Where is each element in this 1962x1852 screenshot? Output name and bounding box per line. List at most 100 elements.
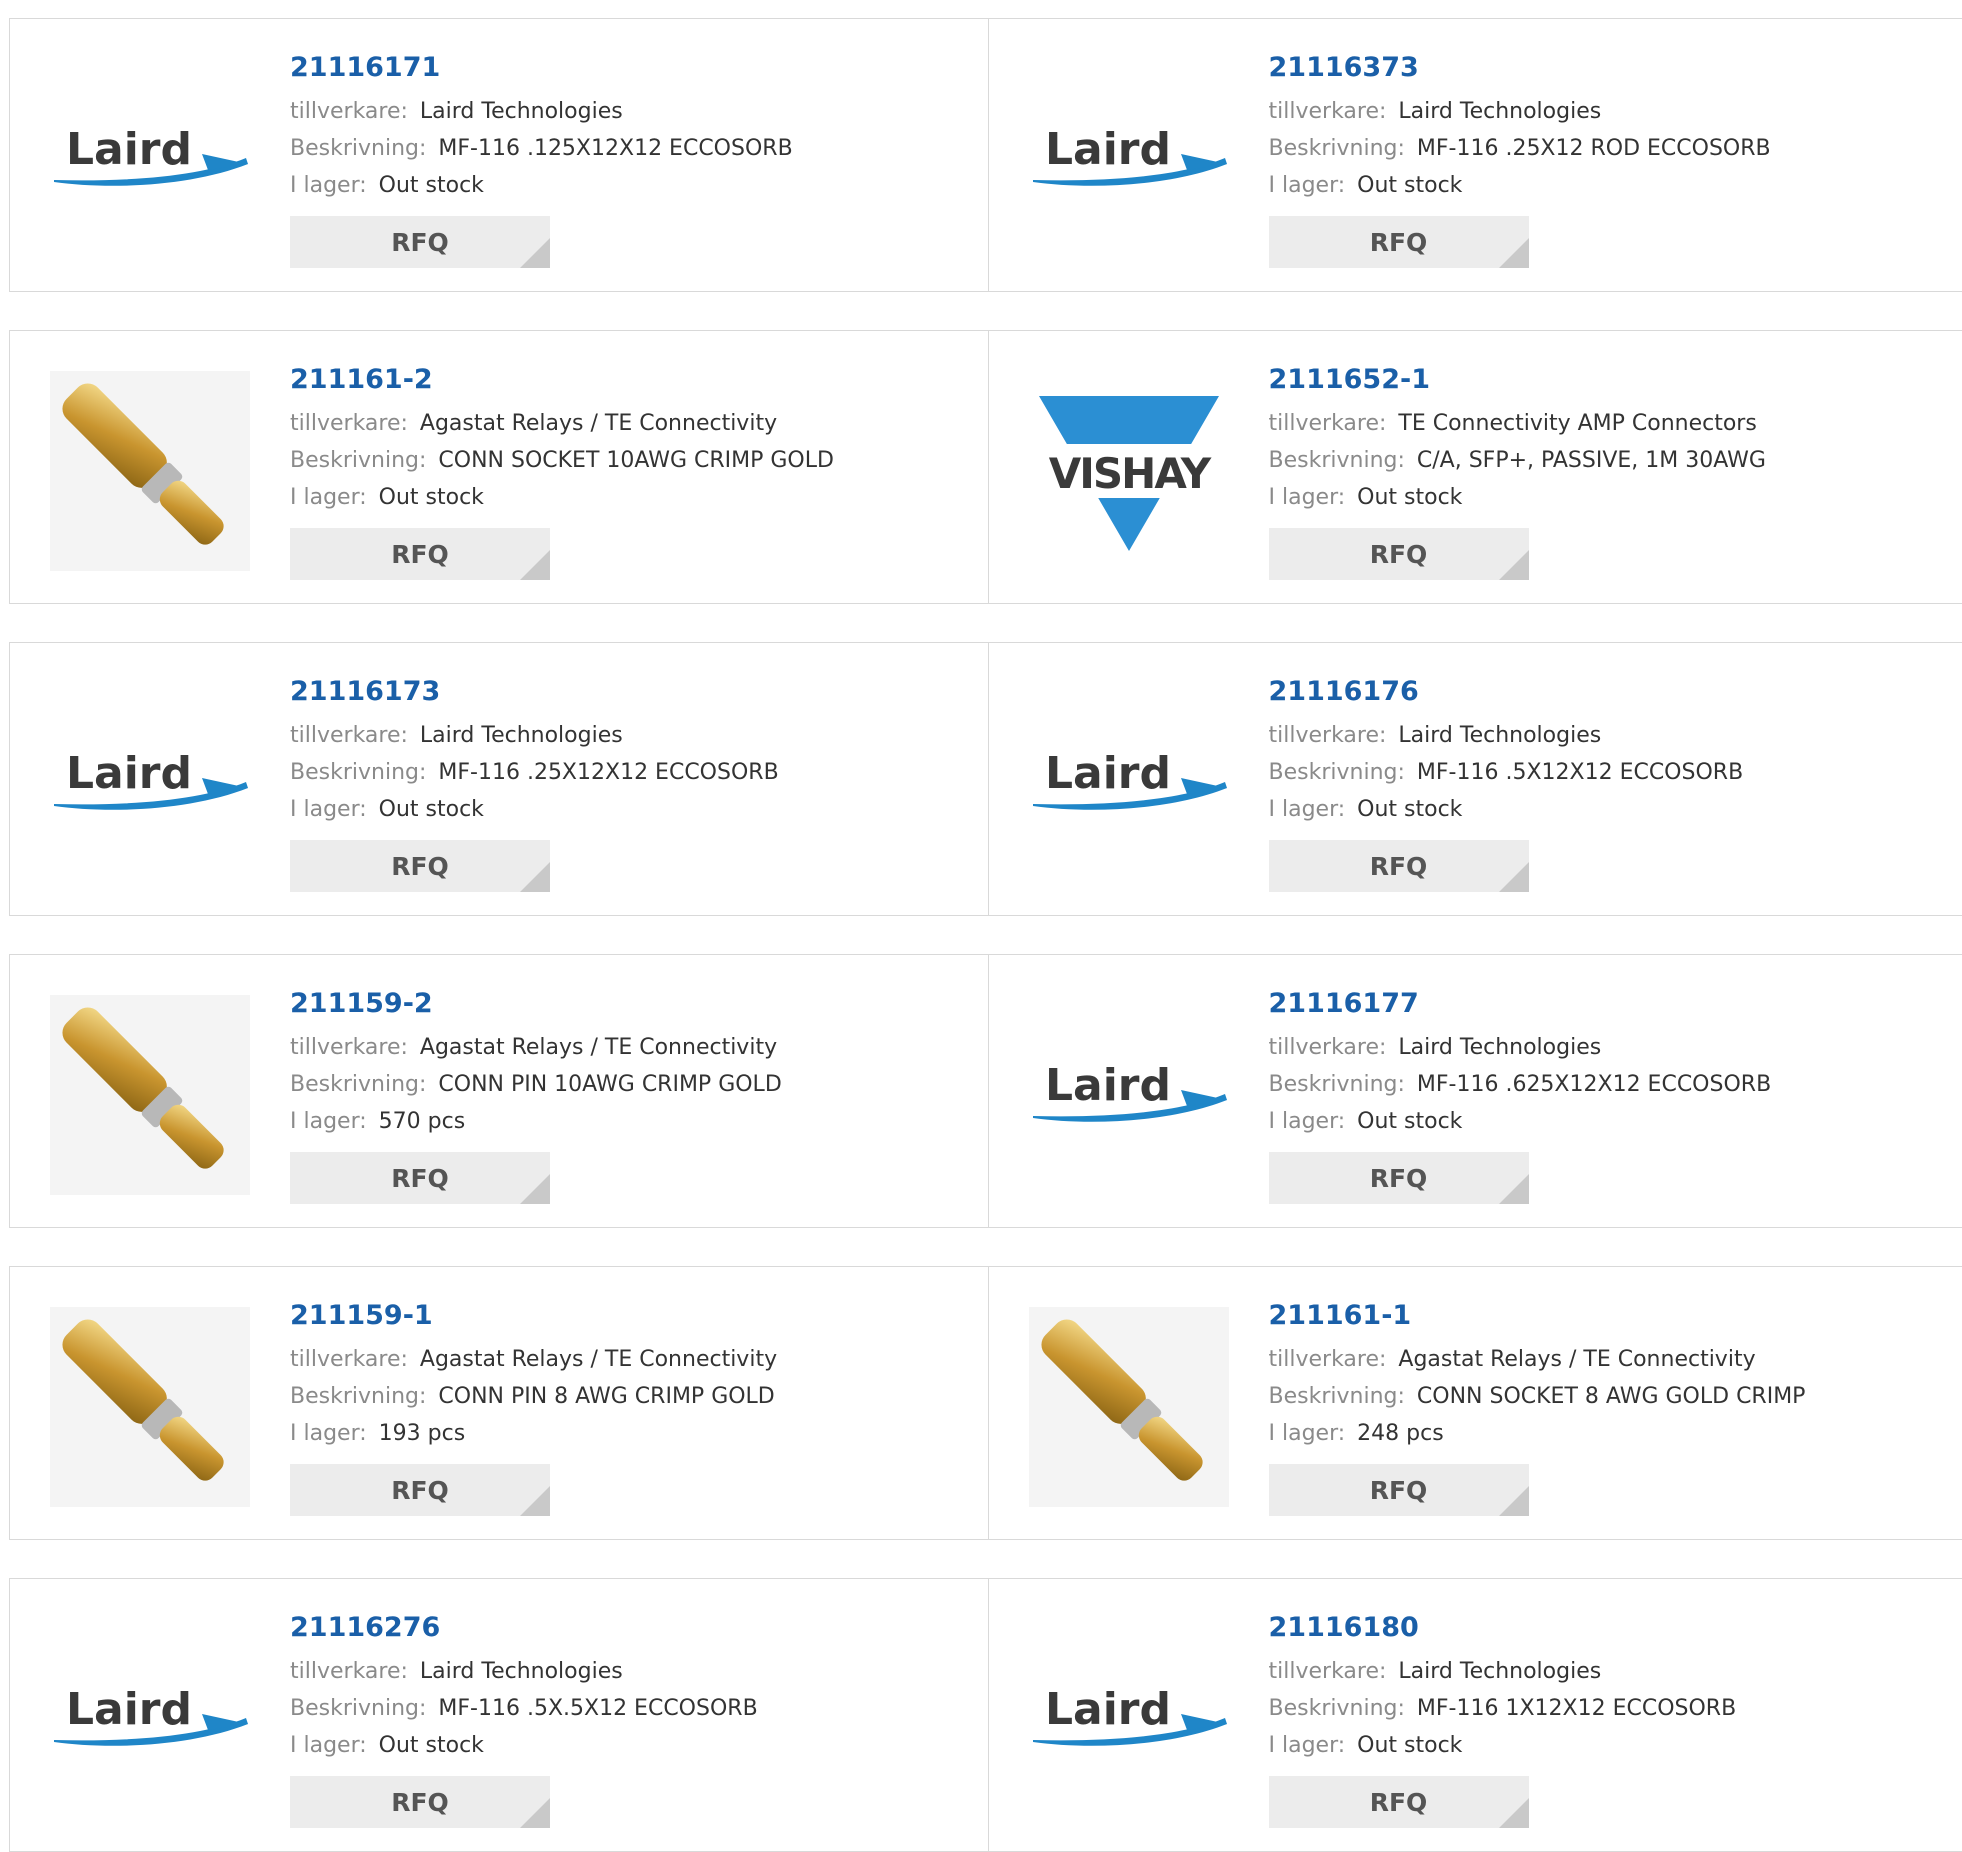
part-number-link[interactable]: 21116176 [1269, 673, 1744, 711]
product-thumbnail[interactable] [50, 995, 250, 1195]
rfq-button[interactable]: RFQ [290, 1464, 550, 1516]
part-number-link[interactable]: 21116180 [1269, 1609, 1737, 1647]
socket-contact-photo [50, 371, 250, 571]
rfq-button[interactable]: RFQ [290, 528, 550, 580]
manufacturer-value: Laird Technologies [1398, 723, 1601, 748]
rfq-corner-decoration [520, 238, 550, 268]
manufacturer-value: Laird Technologies [1398, 99, 1601, 124]
stock-line: I lager:248 pcs [1269, 1415, 1806, 1452]
stock-line: I lager:Out stock [1269, 1727, 1737, 1764]
rfq-corner-decoration [1499, 1798, 1529, 1828]
rfq-corner-decoration [1499, 550, 1529, 580]
product-thumbnail[interactable]: Laird [50, 1619, 250, 1819]
laird-logo: Laird [52, 748, 248, 818]
manufacturer-line: tillverkare:Laird Technologies [1269, 93, 1771, 130]
description-line: Beskrivning:MF-116 .625X12X12 ECCOSORB [1269, 1066, 1772, 1103]
manufacturer-line: tillverkare:Laird Technologies [290, 93, 793, 130]
manufacturer-value: Agastat Relays / TE Connectivity [420, 411, 777, 436]
product-thumbnail[interactable]: Laird [1029, 59, 1229, 259]
part-number-link[interactable]: 211159-2 [290, 985, 782, 1023]
rfq-corner-decoration [520, 1486, 550, 1516]
rfq-button[interactable]: RFQ [1269, 840, 1529, 892]
stock-value: Out stock [379, 485, 484, 510]
manufacturer-value: Laird Technologies [1398, 1659, 1601, 1684]
rfq-corner-decoration [520, 862, 550, 892]
rfq-corner-decoration [1499, 1486, 1529, 1516]
manufacturer-label: tillverkare: [290, 99, 408, 124]
product-thumbnail[interactable] [50, 371, 250, 571]
product-card: 211161-1 tillverkare:Agastat Relays / TE… [988, 1267, 1962, 1539]
rfq-button[interactable]: RFQ [1269, 1152, 1529, 1204]
stock-label: I lager: [1269, 1421, 1346, 1446]
rfq-button[interactable]: RFQ [1269, 1776, 1529, 1828]
description-value: CONN PIN 8 AWG CRIMP GOLD [438, 1384, 774, 1409]
description-line: Beskrivning:MF-116 .125X12X12 ECCOSORB [290, 130, 793, 167]
rfq-corner-decoration [1499, 862, 1529, 892]
part-number-link[interactable]: 21116177 [1269, 985, 1772, 1023]
laird-logo: Laird [52, 124, 248, 194]
part-number-link[interactable]: 211159-1 [290, 1297, 777, 1335]
rfq-button-label: RFQ [391, 1164, 449, 1193]
rfq-button[interactable]: RFQ [1269, 528, 1529, 580]
description-value: MF-116 .125X12X12 ECCOSORB [438, 136, 792, 161]
description-label: Beskrivning: [290, 448, 426, 473]
manufacturer-line: tillverkare:Agastat Relays / TE Connecti… [290, 1341, 777, 1378]
part-number-link[interactable]: 21116171 [290, 49, 793, 87]
rfq-button-label: RFQ [391, 852, 449, 881]
description-line: Beskrivning:CONN SOCKET 10AWG CRIMP GOLD [290, 442, 834, 479]
product-info: 21116276 tillverkare:Laird Technologies … [290, 1609, 758, 1828]
stock-line: I lager:Out stock [1269, 1103, 1772, 1140]
manufacturer-line: tillverkare:Laird Technologies [1269, 717, 1744, 754]
rfq-corner-decoration [520, 550, 550, 580]
laird-logo: Laird [52, 1684, 248, 1754]
laird-logo-text: Laird [1045, 748, 1171, 799]
stock-label: I lager: [1269, 1733, 1346, 1758]
stock-value: Out stock [1357, 1109, 1462, 1134]
stock-line: I lager:193 pcs [290, 1415, 777, 1452]
rfq-button[interactable]: RFQ [290, 840, 550, 892]
product-thumbnail[interactable] [50, 1307, 250, 1507]
rfq-button[interactable]: RFQ [290, 1776, 550, 1828]
product-thumbnail[interactable] [1029, 1307, 1229, 1507]
product-card: 211159-1 tillverkare:Agastat Relays / TE… [10, 1267, 988, 1539]
product-info: 211159-1 tillverkare:Agastat Relays / TE… [290, 1297, 777, 1516]
product-thumbnail[interactable]: Laird [1029, 683, 1229, 883]
part-number-link[interactable]: 211161-1 [1269, 1297, 1806, 1335]
product-thumbnail[interactable]: VISHAY [1029, 371, 1229, 571]
rfq-button[interactable]: RFQ [1269, 1464, 1529, 1516]
product-thumbnail[interactable]: Laird [50, 683, 250, 883]
rfq-button-label: RFQ [391, 1476, 449, 1505]
stock-label: I lager: [290, 485, 367, 510]
part-number-link[interactable]: 21116276 [290, 1609, 758, 1647]
rfq-button[interactable]: RFQ [1269, 216, 1529, 268]
product-info: 21116180 tillverkare:Laird Technologies … [1269, 1609, 1737, 1828]
product-card: Laird 21116176 tillverkare:Laird Technol… [988, 643, 1962, 915]
stock-value: Out stock [1357, 173, 1462, 198]
manufacturer-line: tillverkare:Laird Technologies [1269, 1653, 1737, 1690]
part-number-link[interactable]: 21116173 [290, 673, 779, 711]
product-thumbnail[interactable]: Laird [1029, 995, 1229, 1195]
product-card: Laird 21116373 tillverkare:Laird Technol… [988, 19, 1962, 291]
laird-logo: Laird [1031, 124, 1227, 194]
manufacturer-value: Laird Technologies [1398, 1035, 1601, 1060]
part-number-link[interactable]: 211161-2 [290, 361, 834, 399]
product-info: 21116176 tillverkare:Laird Technologies … [1269, 673, 1744, 892]
manufacturer-line: tillverkare:Laird Technologies [1269, 1029, 1772, 1066]
rfq-button[interactable]: RFQ [290, 1152, 550, 1204]
rfq-button[interactable]: RFQ [290, 216, 550, 268]
vishay-logo-text: VISHAY [1048, 449, 1211, 498]
rfq-corner-decoration [520, 1798, 550, 1828]
description-label: Beskrivning: [1269, 760, 1405, 785]
stock-value: 193 pcs [379, 1421, 466, 1446]
part-number-link[interactable]: 2111652-1 [1269, 361, 1766, 399]
laird-logo: Laird [1031, 748, 1227, 818]
stock-label: I lager: [290, 1109, 367, 1134]
stock-value: Out stock [379, 173, 484, 198]
part-number-link[interactable]: 21116373 [1269, 49, 1771, 87]
rfq-button-label: RFQ [391, 540, 449, 569]
product-thumbnail[interactable]: Laird [1029, 1619, 1229, 1819]
description-line: Beskrivning:MF-116 .25X12X12 ECCOSORB [290, 754, 779, 791]
rfq-button-label: RFQ [1370, 1164, 1428, 1193]
product-thumbnail[interactable]: Laird [50, 59, 250, 259]
product-row: 211159-2 tillverkare:Agastat Relays / TE… [9, 954, 1962, 1228]
